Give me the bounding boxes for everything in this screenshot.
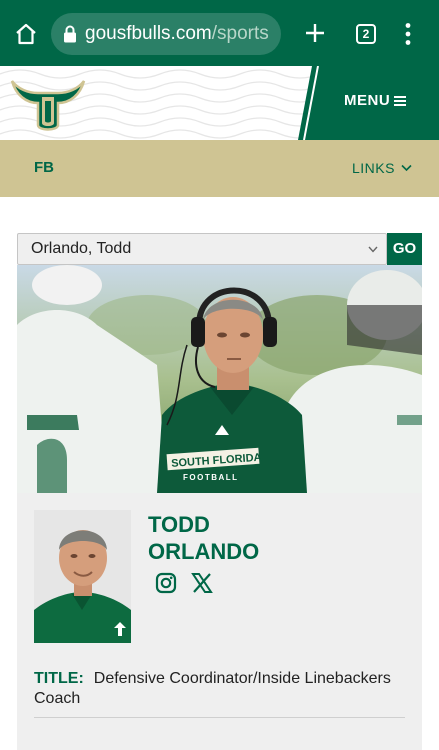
- x-icon[interactable]: [191, 572, 213, 594]
- coach-first-name: TODD: [148, 512, 210, 537]
- hamburger-icon: [394, 95, 407, 107]
- browser-toolbar: gousfbulls.com/sports 2: [0, 0, 439, 66]
- social-links: [155, 572, 213, 594]
- coach-last-name: ORLANDO: [148, 539, 260, 564]
- coach-headshot: [34, 510, 131, 643]
- links-label: LINKS: [352, 160, 395, 176]
- instagram-icon[interactable]: [155, 572, 177, 594]
- title-value: Defensive Coordinator/Inside Linebackers…: [34, 670, 391, 707]
- coach-name: TODD ORLANDO: [148, 511, 259, 565]
- site-header: MENU: [0, 66, 439, 140]
- roster-select-row: Orlando, Todd GO: [17, 233, 422, 265]
- coach-action-photo: SOUTH FLORIDA FOOTBALL: [17, 265, 422, 493]
- home-icon[interactable]: [14, 22, 38, 46]
- kebab-menu-icon[interactable]: [404, 22, 412, 46]
- coach-select[interactable]: Orlando, Todd: [17, 233, 387, 265]
- shirt-text-football: FOOTBALL: [183, 473, 239, 482]
- sport-subnav: FB LINKS: [0, 140, 439, 197]
- coach-title: TITLE: Defensive Coordinator/Inside Lineb…: [34, 669, 404, 709]
- bio-card: TODD ORLANDO TITLE: Defensive Coordinator…: [17, 493, 422, 750]
- sport-label[interactable]: FB: [34, 159, 54, 176]
- tab-switcher-button[interactable]: 2: [356, 24, 376, 44]
- links-dropdown[interactable]: LINKS: [352, 160, 412, 176]
- usf-bull-logo[interactable]: [8, 73, 88, 133]
- menu-label: MENU: [344, 92, 391, 109]
- new-tab-plus-icon[interactable]: [304, 22, 326, 44]
- chevron-down-icon: [368, 246, 378, 253]
- lock-icon: [64, 25, 76, 43]
- go-button[interactable]: GO: [387, 233, 422, 265]
- menu-button[interactable]: MENU: [344, 92, 407, 109]
- address-bar[interactable]: gousfbulls.com/sports: [51, 13, 281, 55]
- title-label: TITLE:: [34, 670, 84, 687]
- divider: [34, 717, 405, 718]
- chevron-down-icon: [401, 164, 412, 172]
- url-text: gousfbulls.com/sports: [85, 23, 269, 44]
- coach-select-value: Orlando, Todd: [31, 240, 132, 257]
